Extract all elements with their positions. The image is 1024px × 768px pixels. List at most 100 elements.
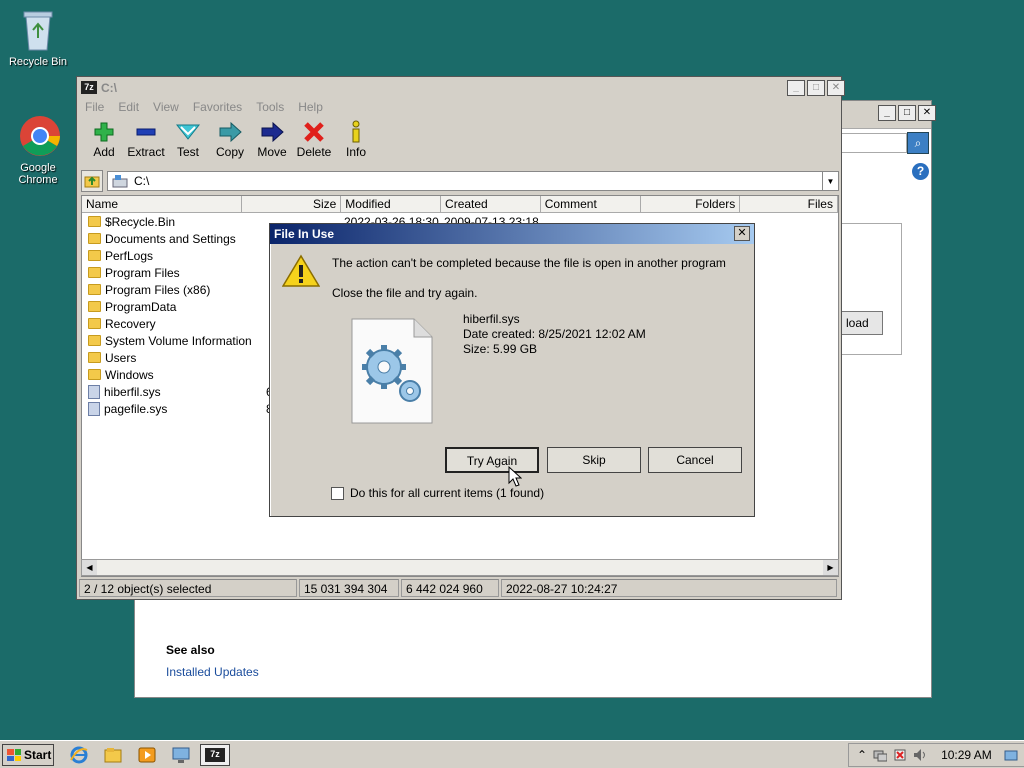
network-icon[interactable]: [873, 748, 888, 762]
scroll-right-icon[interactable]: ▶: [823, 560, 838, 575]
file-name: PerfLogs: [105, 248, 154, 263]
copy-button[interactable]: Copy: [209, 117, 251, 165]
info-button[interactable]: Info: [335, 117, 377, 165]
search-input[interactable]: [841, 133, 907, 153]
folder-icon: [88, 369, 101, 380]
column-name[interactable]: Name: [82, 196, 242, 212]
window-titlebar: 7z C:\ _ □ ✕: [77, 77, 845, 99]
dialog-title: File In Use: [274, 227, 335, 241]
dialog-hint: Close the file and try again.: [332, 286, 478, 300]
recycle-bin-icon: [18, 8, 58, 52]
windows-logo-icon: [7, 749, 21, 761]
folder-icon: [88, 335, 101, 346]
menu-view[interactable]: View: [153, 100, 179, 116]
folder-up-icon: [84, 176, 100, 188]
column-modified[interactable]: Modified: [341, 196, 442, 212]
help-icon[interactable]: ?: [912, 163, 929, 180]
window-controls: _ □ ✕: [787, 80, 845, 96]
copy-label: Copy: [215, 145, 244, 159]
menu-favorites[interactable]: Favorites: [193, 100, 242, 116]
delete-label: Delete: [296, 145, 332, 159]
folder-icon: [88, 318, 101, 329]
show-desktop-icon[interactable]: [1004, 748, 1018, 762]
move-button[interactable]: Move: [251, 117, 293, 165]
status-bar: 2 / 12 object(s) selected 15 031 394 304…: [79, 579, 839, 597]
skip-button[interactable]: Skip: [547, 447, 641, 473]
menu-file[interactable]: File: [85, 100, 104, 116]
status-selected: 2 / 12 object(s) selected: [79, 579, 297, 597]
minimize-button[interactable]: _: [878, 105, 896, 121]
path-text: C:\: [134, 174, 150, 188]
move-label: Move: [257, 145, 287, 159]
test-button[interactable]: Test: [167, 117, 209, 165]
desktop-icon-google-chrome[interactable]: Google Chrome: [0, 114, 76, 186]
horizontal-scrollbar[interactable]: ◀ ▶: [81, 559, 839, 576]
cancel-button[interactable]: Cancel: [648, 447, 742, 473]
start-button[interactable]: Start: [2, 744, 54, 766]
taskbar-7zip-button[interactable]: 7z: [200, 744, 230, 766]
delete-button[interactable]: Delete: [293, 117, 335, 165]
desktop-icon-recycle-bin[interactable]: Recycle Bin: [0, 8, 76, 68]
checkbox[interactable]: [331, 486, 344, 500]
extract-button[interactable]: Extract: [125, 117, 167, 165]
window-title: C:\: [101, 81, 117, 95]
file-explorer-icon[interactable]: [104, 746, 122, 764]
drive-icon: [112, 175, 128, 188]
remote-desktop-icon[interactable]: [172, 746, 190, 764]
installed-updates-link[interactable]: Installed Updates: [166, 665, 259, 679]
scroll-left-icon[interactable]: ◀: [82, 560, 97, 575]
path-input[interactable]: C:\ ▼: [107, 171, 839, 191]
action-center-icon[interactable]: [893, 748, 907, 762]
file-name: Recovery: [105, 316, 156, 331]
start-label: Start: [24, 748, 52, 762]
info-icon: [335, 119, 377, 145]
maximize-button[interactable]: □: [898, 105, 916, 121]
close-icon[interactable]: ✕: [734, 226, 750, 241]
system-file-icon: [88, 401, 100, 416]
column-files[interactable]: Files: [740, 196, 838, 212]
add-button[interactable]: Add: [83, 117, 125, 165]
apply-to-all-checkbox[interactable]: Do this for all current items (1 found): [331, 486, 544, 500]
column-size[interactable]: Size: [242, 196, 342, 212]
file-name: Users: [105, 350, 137, 365]
add-label: Add: [93, 145, 115, 159]
chrome-icon: [18, 114, 60, 158]
folder-up-button[interactable]: [81, 170, 103, 192]
folder-icon: [88, 284, 101, 295]
status-modified: 2022-08-27 10:24:27: [501, 579, 837, 597]
download-button[interactable]: load: [841, 311, 883, 335]
see-also-heading: See also: [166, 643, 215, 657]
file-name: Windows: [105, 367, 154, 382]
copy-icon: [209, 119, 251, 145]
menu-help[interactable]: Help: [298, 100, 323, 116]
column-comment[interactable]: Comment: [541, 196, 641, 212]
internet-explorer-icon[interactable]: [70, 746, 88, 764]
column-created[interactable]: Created: [441, 196, 541, 212]
system-file-gears-icon: [350, 317, 434, 428]
info-label: Info: [345, 145, 366, 159]
chevron-up-icon[interactable]: ⌃: [857, 748, 867, 762]
column-folders[interactable]: Folders: [641, 196, 741, 212]
file-size: Size: 5.99 GB: [463, 342, 538, 356]
app-logo-icon: 7z: [81, 81, 97, 94]
desktop-icon-label: Recycle Bin: [8, 56, 68, 68]
menu-edit[interactable]: Edit: [118, 100, 139, 116]
file-info: hiberfil.sys Date created: 8/25/2021 12:…: [463, 312, 646, 357]
move-icon: [251, 119, 293, 145]
test-icon: [167, 119, 209, 145]
folder-icon: [88, 352, 101, 363]
desktop-icon-label: Google Chrome: [18, 162, 58, 186]
media-player-icon[interactable]: [138, 746, 156, 764]
chevron-down-icon[interactable]: ▼: [822, 172, 838, 190]
close-button[interactable]: ✕: [827, 80, 845, 96]
clock[interactable]: 10:29 AM: [941, 748, 992, 762]
search-icon[interactable]: ⌕: [907, 132, 929, 154]
minimize-button[interactable]: _: [787, 80, 805, 96]
extract-label: Extract: [127, 145, 165, 159]
close-button[interactable]: ✕: [918, 105, 936, 121]
volume-icon[interactable]: [913, 748, 927, 762]
file-name: Program Files: [105, 265, 180, 280]
maximize-button[interactable]: □: [807, 80, 825, 96]
menu-tools[interactable]: Tools: [256, 100, 284, 116]
try-again-button[interactable]: Try Again: [445, 447, 539, 473]
